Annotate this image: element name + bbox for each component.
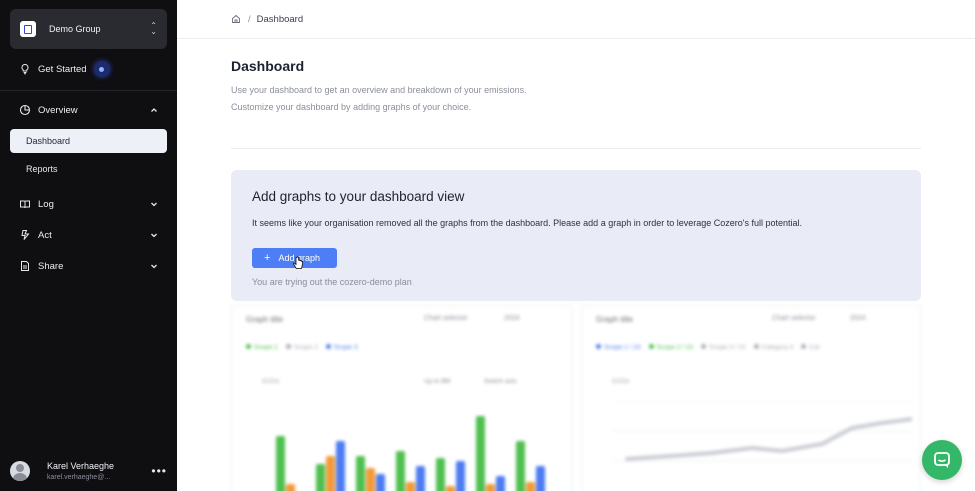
preview-graph-card: Graph title Chart selector 2024 Scope 1 …: [581, 305, 921, 491]
year-selector: 2024: [504, 315, 520, 322]
year-selector: 2024: [850, 315, 866, 322]
nav-get-started[interactable]: Get Started: [10, 57, 167, 81]
preview-bar: [456, 461, 465, 491]
page-description-line1: Use your dashboard to get an overview an…: [231, 85, 527, 95]
nav-overview[interactable]: Overview: [10, 98, 167, 122]
preview-bar: [286, 484, 295, 491]
legend-item: Scope 3: [326, 344, 358, 351]
header-divider: [231, 148, 921, 149]
chevron-up-icon: [151, 108, 157, 112]
chart-unit: tCO2e: [262, 379, 280, 385]
progress-indicator: [94, 62, 109, 76]
sidebar: Demo Group ⌃ ⌄ Get Started Overview Dashb…: [0, 0, 177, 491]
group-switcher[interactable]: Demo Group ⌃ ⌄: [10, 9, 167, 49]
home-icon[interactable]: [231, 14, 241, 24]
chart-selector: Chart selector: [424, 315, 468, 322]
user-info: Karel Verhaeghe karel.verhaeghe@...: [47, 461, 151, 481]
sidebar-divider: [0, 90, 177, 91]
chevron-down-icon: [151, 233, 157, 238]
get-started-label: Get Started: [38, 63, 87, 75]
nav-log[interactable]: Log: [10, 192, 167, 216]
building-icon: [20, 21, 36, 37]
chevron-updown-icon: ⌃ ⌄: [150, 21, 157, 36]
card-title: Graph title: [246, 315, 283, 324]
legend-item: Scope 1: [246, 344, 278, 351]
user-email: karel.verhaeghe@...: [47, 474, 111, 481]
chart-unit: tCO2e: [612, 379, 630, 385]
lightbulb-icon: [18, 62, 32, 76]
chat-button[interactable]: [922, 440, 962, 480]
nav-overview-label: Overview: [38, 104, 78, 116]
chart-legend: Scope 1 Scope 2 Scope 3: [246, 344, 358, 351]
preview-bar: [536, 466, 545, 491]
callout-title: Add graphs to your dashboard view: [252, 189, 465, 204]
callout-text: It seems like your organisation removed …: [252, 218, 803, 228]
plus-icon: +: [264, 252, 271, 264]
preview-bar: [496, 476, 505, 491]
preview-bar: [356, 456, 365, 491]
chat-icon: [934, 452, 950, 468]
chart-option: Up to $M: [424, 378, 451, 385]
legend-item: Scope 3 / 23: [701, 344, 746, 351]
preview-bar: [446, 486, 455, 491]
legend-item: Category 4: [754, 344, 794, 351]
breadcrumb-current: Dashboard: [256, 13, 304, 25]
legend-item: Scope 2 / 23: [649, 344, 694, 351]
chart-option: Switch axis: [484, 378, 517, 385]
avatar: [10, 461, 30, 481]
preview-bar: [406, 482, 415, 491]
series-line: [625, 417, 912, 461]
preview-bar: [316, 464, 325, 491]
bar-chart-preview: [276, 401, 556, 491]
nav-dashboard-label: Dashboard: [26, 136, 71, 146]
chevron-down-icon: [151, 264, 157, 269]
line-chart-preview: [612, 401, 912, 462]
preview-bar: [476, 416, 485, 491]
nav-act[interactable]: Act: [10, 223, 167, 247]
legend-item: Scope 2: [286, 344, 318, 351]
book-icon: [18, 197, 32, 211]
nav-act-label: Act: [38, 229, 52, 241]
preview-bar: [276, 436, 285, 491]
preview-bar: [436, 458, 445, 491]
preview-bar: [486, 484, 495, 491]
user-name: Karel Verhaeghe: [47, 461, 115, 471]
page-description: Use your dashboard to get an overview an…: [231, 82, 527, 116]
page-description-line2: Customize your dashboard by adding graph…: [231, 102, 472, 112]
card-title: Graph title: [596, 315, 633, 324]
empty-dashboard-callout: Add graphs to your dashboard view It see…: [231, 170, 921, 301]
preview-bar: [416, 466, 425, 491]
nav-reports[interactable]: Reports: [10, 157, 167, 181]
document-icon: [18, 259, 32, 273]
chart-selector: Chart selector: [772, 315, 816, 322]
breadcrumb-separator: /: [248, 13, 251, 25]
preview-bar: [376, 474, 385, 491]
preview-bar: [366, 468, 375, 491]
page-title: Dashboard: [231, 58, 305, 74]
preview-bar: [396, 451, 405, 491]
bolt-icon: [18, 228, 32, 242]
user-profile[interactable]: Karel Verhaeghe karel.verhaeghe@... •••: [10, 456, 167, 486]
legend-item: Cat: [801, 344, 819, 351]
nav-log-label: Log: [38, 198, 54, 210]
chart-legend: Scope 1 / 23 Scope 2 / 23 Scope 3 / 23 C…: [596, 344, 819, 351]
preview-bar: [516, 441, 525, 491]
nav-share[interactable]: Share: [10, 254, 167, 278]
nav-share-label: Share: [38, 260, 64, 272]
chevron-down-icon: [151, 202, 157, 207]
preview-bar: [336, 441, 345, 491]
breadcrumb: / Dashboard: [177, 0, 975, 39]
preview-bar: [326, 456, 335, 491]
pie-chart-icon: [18, 103, 32, 117]
preview-bar: [526, 482, 535, 491]
nav-reports-label: Reports: [26, 164, 58, 174]
legend-item: Scope 1 / 23: [596, 344, 641, 351]
group-name: Demo Group: [49, 24, 101, 34]
more-icon[interactable]: •••: [151, 464, 167, 478]
plan-note: You are trying out the cozero-demo plan: [252, 277, 412, 287]
preview-graph-card: Graph title Chart selector 2024 Scope 1 …: [231, 305, 573, 491]
hand-cursor-icon: [293, 256, 303, 269]
nav-dashboard[interactable]: Dashboard: [10, 129, 167, 153]
